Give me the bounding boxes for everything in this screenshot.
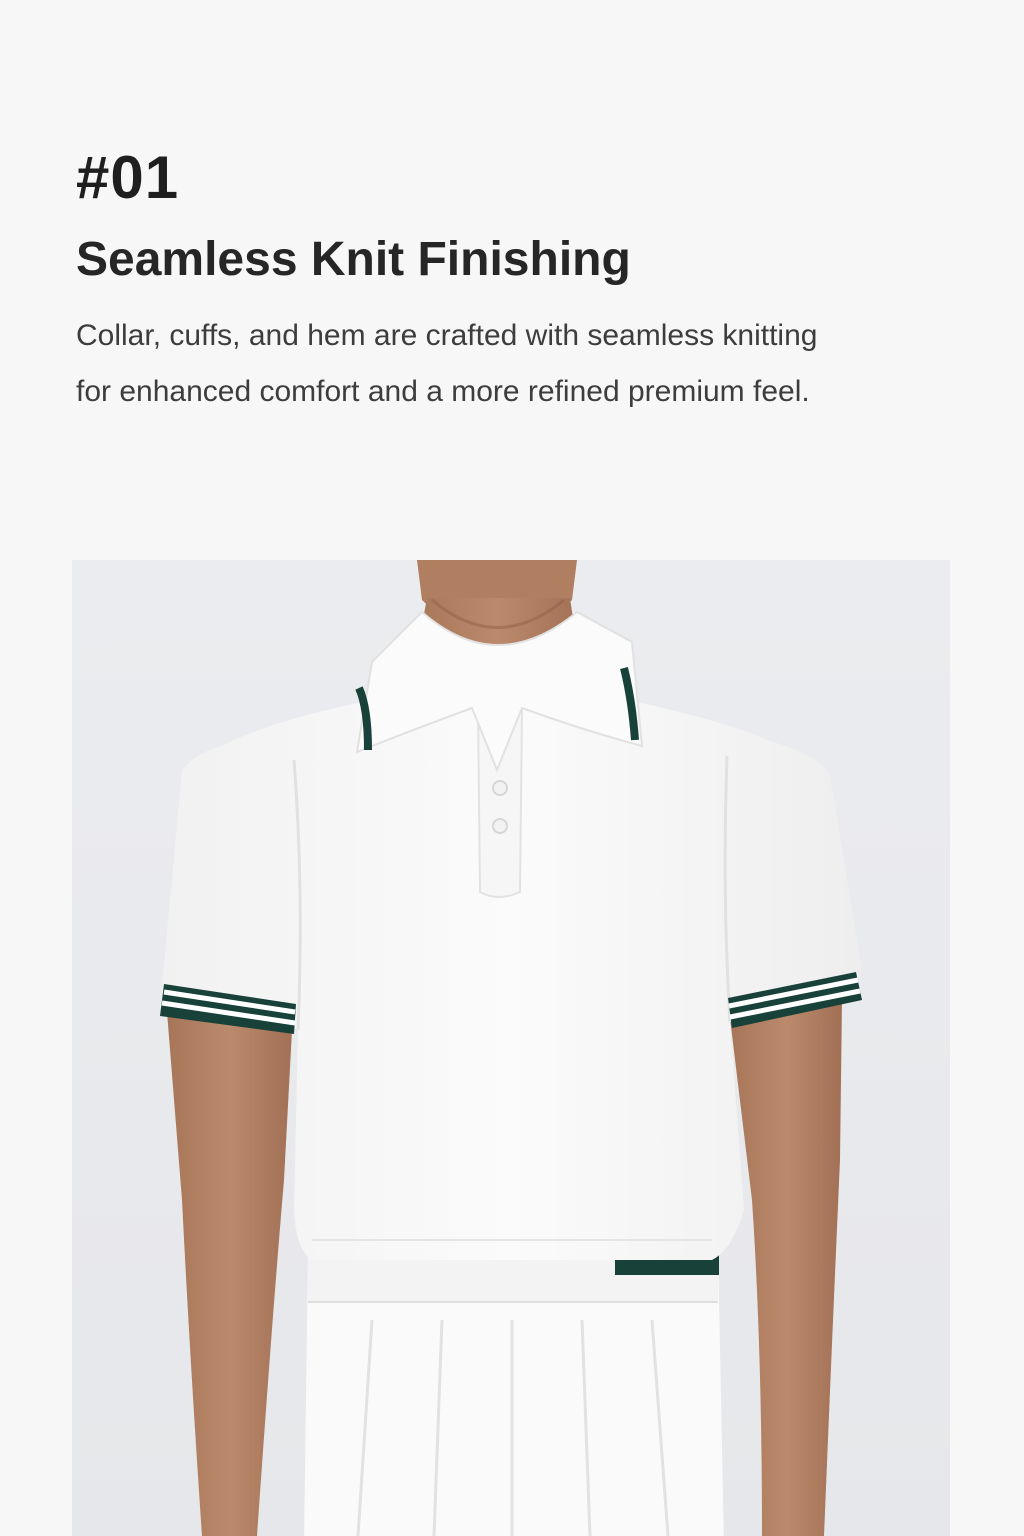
- feature-title: Seamless Knit Finishing: [76, 233, 631, 286]
- feature-header: #01 Seamless Knit Finishing Collar, cuff…: [76, 140, 936, 420]
- shirt-button: [492, 818, 508, 834]
- product-photo: [72, 560, 950, 1536]
- feature-number: #01: [76, 144, 180, 211]
- shirt-button: [492, 780, 508, 796]
- product-illustration: [72, 560, 950, 1536]
- pleated-skirt: [304, 1252, 724, 1536]
- feature-description: Collar, cuffs, and hem are crafted with …: [76, 319, 818, 408]
